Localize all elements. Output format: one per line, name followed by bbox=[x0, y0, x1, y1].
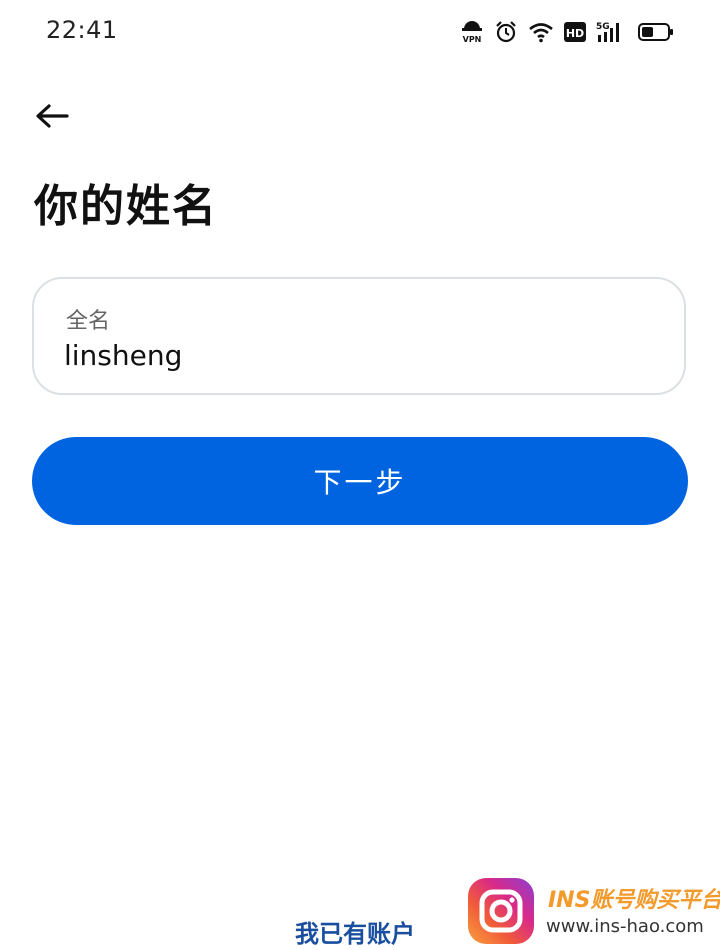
page-title: 你的姓名 bbox=[34, 181, 218, 232]
svg-text:HD: HD bbox=[566, 27, 584, 40]
status-time: 22:41 bbox=[46, 16, 118, 44]
svg-text:5G: 5G bbox=[596, 22, 610, 32]
back-button[interactable] bbox=[30, 96, 74, 136]
battery-icon bbox=[638, 23, 673, 41]
watermark-title: INS账号购买平台 bbox=[548, 888, 720, 913]
hd-icon: HD bbox=[564, 22, 586, 42]
wifi-icon bbox=[529, 23, 553, 43]
status-bar: 22:41 VPN HD 5G bbox=[0, 0, 720, 64]
svg-text:VPN: VPN bbox=[463, 35, 482, 44]
full-name-input[interactable] bbox=[64, 335, 654, 375]
watermark: INS账号购买平台 www.ins-hao.com bbox=[466, 876, 720, 946]
watermark-url: www.ins-hao.com bbox=[546, 916, 704, 937]
full-name-field[interactable]: 全名 bbox=[32, 277, 686, 395]
next-button[interactable]: 下一步 bbox=[32, 437, 688, 525]
signal-5g-icon: 5G bbox=[596, 22, 619, 42]
instagram-logo-icon bbox=[468, 878, 534, 944]
arrow-left-icon bbox=[36, 104, 69, 128]
alarm-icon bbox=[496, 21, 516, 43]
status-icons: VPN HD 5G bbox=[460, 18, 674, 46]
full-name-label: 全名 bbox=[66, 309, 111, 334]
vpn-icon: VPN bbox=[462, 21, 482, 44]
